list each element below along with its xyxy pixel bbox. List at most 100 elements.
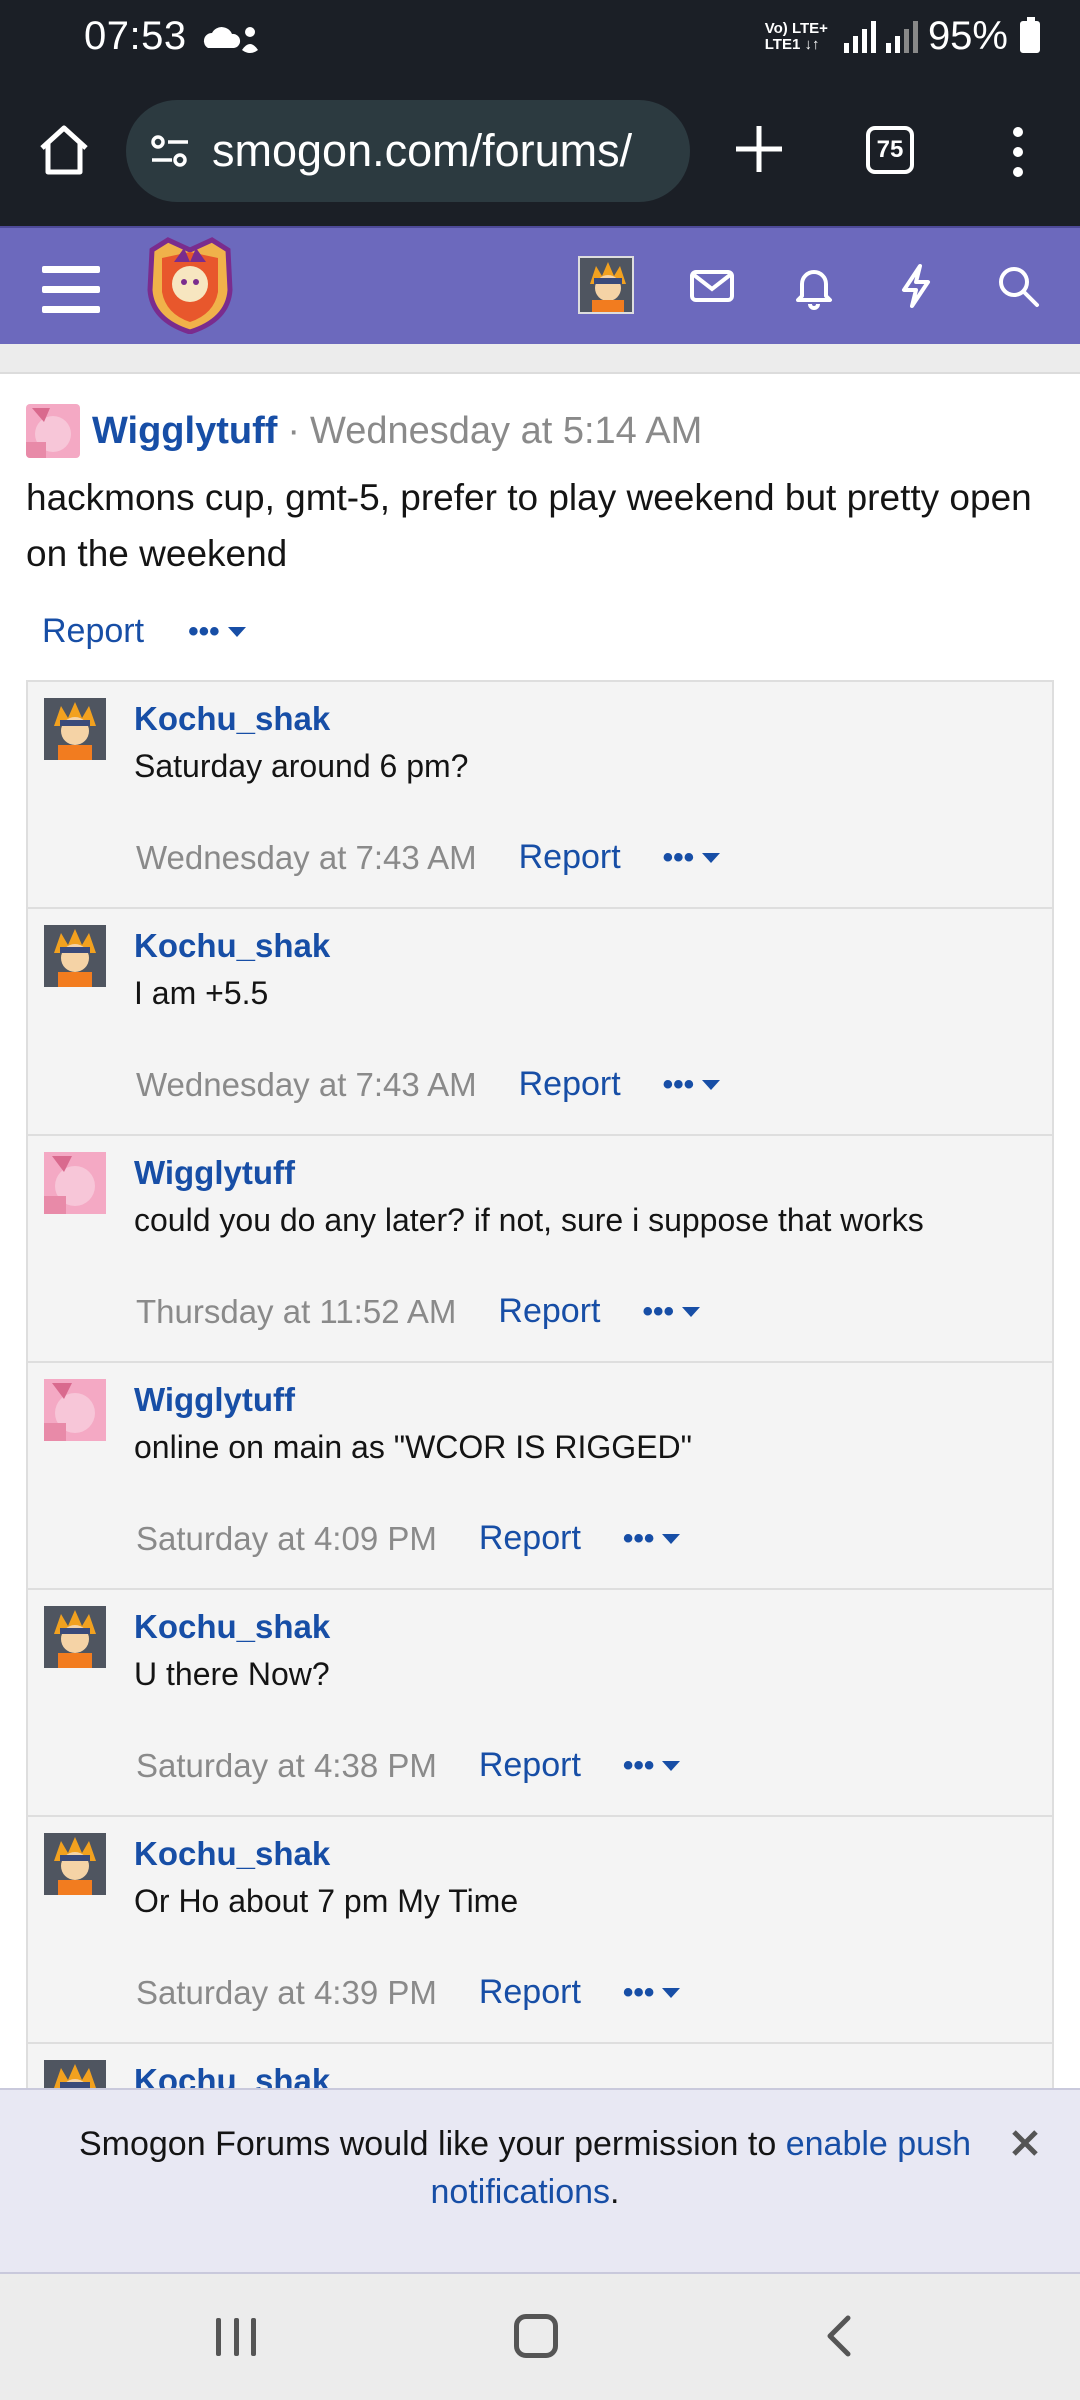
comment-author[interactable]: Kochu_shak	[134, 1835, 330, 1873]
back-icon[interactable]	[820, 2314, 860, 2358]
chevron-down-icon	[227, 626, 246, 637]
post-body: hackmons cup, gmt-5, prefer to play week…	[26, 477, 1032, 574]
comment-more-menu[interactable]: •••	[623, 1749, 681, 1783]
comment-meta: Wednesday at 7:43 AM Report •••	[136, 1065, 721, 1104]
comment-avatar[interactable]	[44, 698, 106, 760]
more-dots: •••	[642, 1294, 674, 1328]
more-vert-icon[interactable]	[1008, 124, 1028, 180]
more-dots: •••	[622, 1975, 655, 2009]
comment-report-link[interactable]: Report	[479, 1973, 581, 2012]
comment-date[interactable]: Wednesday at 7:43 AM	[136, 1066, 477, 1104]
push-notification-banner: Smogon Forums would like your permission…	[0, 2088, 1080, 2274]
weather-cloud-icon	[203, 27, 258, 53]
chevron-down-icon	[662, 1987, 681, 1998]
tab-switcher-button[interactable]: 75	[866, 126, 914, 174]
comment-meta: Saturday at 4:09 PM Report •••	[136, 1519, 681, 1558]
close-icon[interactable]	[1006, 2124, 1044, 2162]
comment-author[interactable]: Wigglytuff	[134, 1154, 295, 1192]
comment-author[interactable]: Kochu_shak	[134, 927, 330, 965]
more-dots: •••	[662, 840, 695, 874]
comment-meta: Wednesday at 7:43 AM Report •••	[136, 838, 721, 877]
comment-avatar[interactable]	[44, 1833, 106, 1895]
comment-text: U there Now?	[134, 1656, 330, 1692]
comment-text: online on main as "WCOR IS RIGGED"	[134, 1429, 692, 1465]
comment-item: Kochu_shak Saturday around 6 pm? Wednesday…	[28, 682, 1052, 909]
user-avatar[interactable]	[578, 256, 634, 314]
comment-item: Wigglytuff online on main as "WCOR IS RIG…	[28, 1363, 1052, 1590]
comment-item: Kochu_shak U there Now? Saturday at 4:38 P…	[28, 1590, 1052, 1817]
comment-item: Kochu_shak	[28, 2044, 1052, 2088]
post-report-link[interactable]: Report	[42, 612, 144, 651]
comment-more-menu[interactable]: •••	[623, 1522, 681, 1556]
nav-home-icon[interactable]	[514, 2314, 558, 2358]
comment-avatar[interactable]	[44, 925, 106, 987]
more-dots: •••	[662, 1067, 695, 1101]
comment-text: Saturday around 6 pm?	[134, 748, 469, 784]
post-more-menu[interactable]: •••	[188, 615, 246, 649]
comment-date[interactable]: Wednesday at 7:43 AM	[136, 839, 477, 877]
profile-comments-list: Kochu_shak Saturday around 6 pm? Wednesday…	[26, 680, 1054, 2090]
comment-avatar[interactable]	[44, 1379, 106, 1441]
network-type-label: Vo) LTE+ LTE1 ↓↑	[764, 20, 828, 53]
lightning-whats-new-icon[interactable]	[892, 262, 940, 310]
comment-more-menu[interactable]: •••	[623, 1976, 681, 2010]
comment-author[interactable]: Kochu_shak	[134, 700, 330, 738]
status-bar: 07:53 Vo) LTE+ LTE1 ↓↑ 95%	[0, 0, 1080, 76]
comment-date[interactable]: Saturday at 4:38 PM	[136, 1747, 437, 1785]
new-tab-icon[interactable]	[730, 120, 788, 178]
chevron-down-icon	[662, 1533, 681, 1544]
post-date[interactable]: Wednesday at 5:14 AM	[310, 410, 702, 453]
notification-text-after: .	[610, 2173, 620, 2211]
inbox-envelope-icon[interactable]	[688, 262, 736, 310]
comment-report-link[interactable]: Report	[519, 838, 621, 877]
header-divider	[0, 344, 1080, 374]
chevron-down-icon	[702, 1079, 721, 1090]
comment-more-menu[interactable]: •••	[642, 1295, 700, 1329]
more-dots: •••	[622, 1748, 655, 1782]
post-author-avatar[interactable]	[26, 404, 80, 458]
signal-strength-2-icon	[885, 20, 918, 53]
comment-text: I am +5.5	[134, 975, 269, 1011]
battery-icon	[1020, 16, 1040, 53]
search-icon[interactable]	[994, 262, 1042, 310]
post-author-name[interactable]: Wigglytuff	[92, 410, 277, 453]
comment-more-menu[interactable]: •••	[663, 841, 721, 875]
comment-more-menu[interactable]: •••	[663, 1068, 721, 1102]
comment-avatar[interactable]	[44, 1606, 106, 1668]
hamburger-menu-icon[interactable]	[42, 266, 100, 313]
smogon-logo[interactable]	[144, 236, 236, 334]
bell-alerts-icon[interactable]	[790, 262, 838, 310]
comment-item: Kochu_shak I am +5.5 Wednesday at 7:43 AM R…	[28, 909, 1052, 1136]
address-bar[interactable]: smogon.com/forums/	[126, 100, 690, 202]
browser-toolbar: smogon.com/forums/ 75	[0, 76, 1080, 226]
comment-report-link[interactable]: Report	[519, 1065, 621, 1104]
comment-item: Kochu_shak Or Ho about 7 pm My Time Saturd…	[28, 1817, 1052, 2044]
comment-text: could you do any later? if not, sure i s…	[134, 1202, 924, 1238]
chevron-down-icon	[662, 1760, 681, 1771]
status-right-group: Vo) LTE+ LTE1 ↓↑ 95%	[765, 14, 1040, 59]
comment-author[interactable]: Kochu_shak	[134, 2062, 330, 2088]
comment-date[interactable]: Thursday at 11:52 AM	[136, 1293, 456, 1331]
home-icon[interactable]	[36, 122, 92, 178]
comment-avatar[interactable]	[44, 1152, 106, 1214]
comment-report-link[interactable]: Report	[479, 1519, 581, 1558]
comment-meta: Saturday at 4:39 PM Report •••	[136, 1973, 681, 2012]
comment-report-link[interactable]: Report	[498, 1292, 600, 1331]
recent-apps-icon[interactable]	[216, 2318, 256, 2356]
comment-avatar[interactable]	[44, 2060, 106, 2088]
chevron-down-icon	[702, 852, 721, 863]
system-nav-bar	[0, 2274, 1080, 2400]
net-label-bottom: LTE1 ↓↑	[764, 35, 820, 53]
more-dots: •••	[622, 1521, 655, 1555]
site-settings-icon[interactable]	[148, 129, 192, 173]
notification-text: Smogon Forums would like your permission…	[60, 2120, 990, 2216]
comment-date[interactable]: Saturday at 4:39 PM	[136, 1974, 437, 2012]
chevron-down-icon	[681, 1306, 700, 1317]
signal-strength-icon	[843, 20, 876, 53]
comment-text: Or Ho about 7 pm My Time	[134, 1883, 519, 1919]
comment-author[interactable]: Wigglytuff	[134, 1381, 295, 1419]
comment-author[interactable]: Kochu_shak	[134, 1608, 330, 1646]
comment-report-link[interactable]: Report	[479, 1746, 581, 1785]
comment-date[interactable]: Saturday at 4:09 PM	[136, 1520, 437, 1558]
comment-meta: Thursday at 11:52 AM Report •••	[136, 1292, 700, 1331]
